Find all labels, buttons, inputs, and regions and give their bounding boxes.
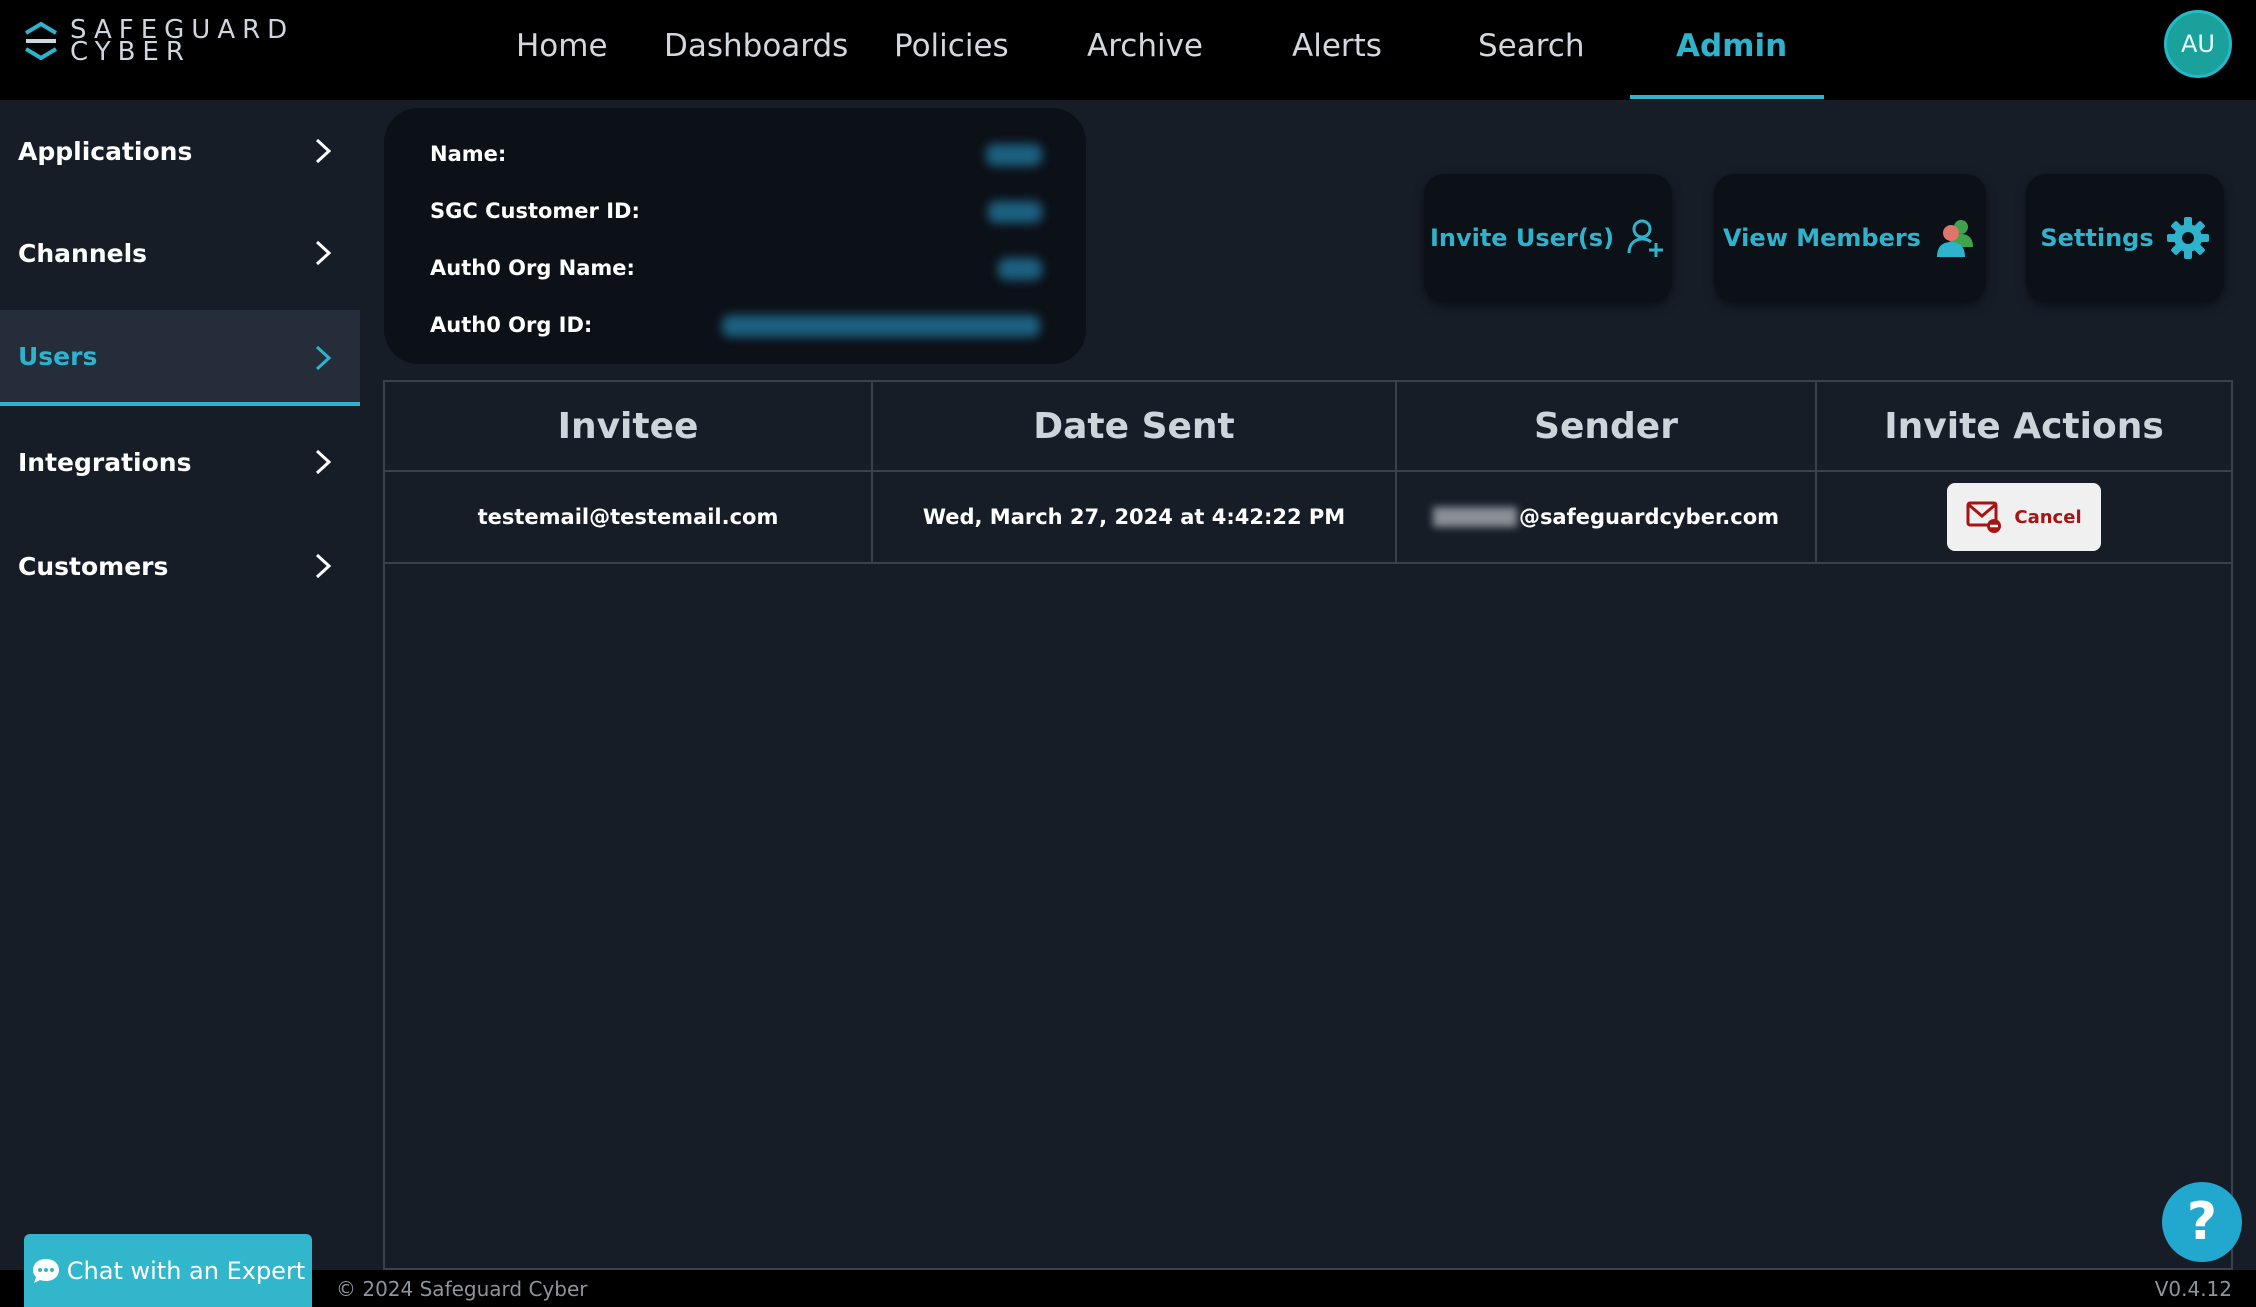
nav-policies[interactable]: Policies — [894, 28, 1009, 64]
logo-line-2: CYBER — [70, 37, 191, 67]
sidebar-item-users[interactable]: Users — [0, 310, 360, 406]
nav-admin[interactable]: Admin — [1676, 28, 1787, 64]
customer-id-value-redacted — [988, 201, 1042, 223]
chevron-right-icon — [315, 345, 332, 371]
sender-cell: @safeguardcyber.com — [1397, 472, 1815, 562]
cancel-label: Cancel — [2014, 506, 2082, 528]
sidebar-item-channels[interactable]: Channels — [0, 205, 360, 301]
active-tab-underline — [1630, 95, 1824, 99]
user-avatar[interactable]: AU — [2164, 10, 2232, 78]
auth0-org-id-value-redacted — [722, 315, 1040, 337]
add-user-icon — [1627, 219, 1664, 257]
org-info-card: Name: SGC Customer ID: Auth0 Org Name: A… — [384, 108, 1086, 364]
sidebar-item-label: Applications — [18, 136, 193, 166]
sidebar-item-label: Users — [18, 341, 98, 371]
sidebar-item-integrations[interactable]: Integrations — [0, 414, 360, 510]
org-name-label: Name: — [430, 142, 507, 166]
org-name-value-redacted — [986, 144, 1042, 166]
chevron-right-icon — [315, 449, 332, 475]
invite-actions-cell: Cancel — [1817, 472, 2231, 562]
version-text: V0.4.12 — [2154, 1277, 2232, 1301]
sidebar-item-customers[interactable]: Customers — [0, 518, 360, 614]
help-button[interactable]: ? — [2162, 1182, 2242, 1262]
cancel-mail-icon — [1966, 501, 2002, 533]
safeguard-cyber-logo[interactable]: SAFEGUARD CYBER — [22, 17, 294, 67]
sender-name-redacted — [1432, 507, 1517, 527]
members-icon — [1936, 220, 1973, 257]
chevron-right-icon — [315, 138, 332, 164]
column-header-invite-actions: Invite Actions — [1884, 405, 2164, 447]
nav-alerts[interactable]: Alerts — [1292, 28, 1382, 64]
invitee-cell: testemail@testemail.com — [477, 505, 779, 529]
settings-button[interactable]: Settings — [2026, 174, 2224, 302]
chevron-right-icon — [315, 553, 332, 579]
nav-search[interactable]: Search — [1478, 28, 1585, 64]
view-members-button[interactable]: View Members — [1714, 174, 1986, 302]
customer-id-label: SGC Customer ID: — [430, 199, 640, 223]
admin-sidebar: Applications Channels Users Integrations… — [0, 100, 360, 1280]
copyright-text: © 2024 Safeguard Cyber — [336, 1277, 588, 1301]
column-header-invitee: Invitee — [557, 405, 699, 447]
sidebar-item-label: Customers — [18, 551, 169, 581]
sender-domain: @safeguardcyber.com — [1518, 505, 1780, 529]
table-row: testemail@testemail.com Wed, March 27, 2… — [385, 472, 2231, 564]
gear-icon — [2166, 217, 2209, 259]
nav-archive[interactable]: Archive — [1087, 28, 1203, 64]
auth0-org-name-value-redacted — [998, 258, 1042, 280]
chat-bubble-icon — [32, 1258, 59, 1283]
column-header-date-sent: Date Sent — [1033, 405, 1235, 447]
settings-label: Settings — [2040, 224, 2154, 252]
nav-dashboards[interactable]: Dashboards — [664, 28, 848, 64]
cancel-invite-button[interactable]: Cancel — [1947, 483, 2101, 551]
logo-wordmark: SAFEGUARD CYBER — [70, 17, 294, 67]
top-navigation-bar: SAFEGUARD CYBER Home Dashboards Policies… — [0, 0, 2256, 100]
invite-users-button[interactable]: Invite User(s) — [1424, 174, 1672, 302]
chat-label: Chat with an Expert — [66, 1256, 306, 1285]
view-members-label: View Members — [1723, 224, 1921, 252]
column-header-sender: Sender — [1534, 405, 1678, 447]
invites-table: Invitee Date Sent Sender Invite Actions … — [383, 380, 2233, 1270]
logo-mark-icon — [24, 21, 58, 61]
auth0-org-name-label: Auth0 Org Name: — [430, 256, 635, 280]
sidebar-item-applications[interactable]: Applications — [0, 103, 360, 199]
nav-home[interactable]: Home — [516, 28, 608, 64]
chevron-right-icon — [315, 240, 332, 266]
sidebar-item-label: Integrations — [18, 447, 192, 477]
invite-users-label: Invite User(s) — [1429, 224, 1615, 252]
table-header-row: Invitee Date Sent Sender Invite Actions — [385, 382, 2231, 472]
sidebar-item-label: Channels — [18, 238, 148, 268]
date-sent-cell: Wed, March 27, 2024 at 4:42:22 PM — [922, 505, 1346, 529]
chat-with-expert-button[interactable]: Chat with an Expert — [24, 1234, 312, 1307]
auth0-org-id-label: Auth0 Org ID: — [430, 313, 593, 337]
